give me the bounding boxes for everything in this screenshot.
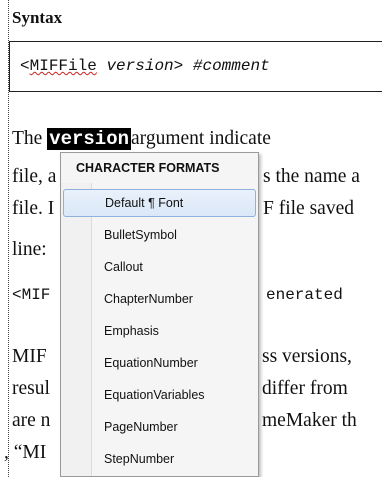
menu-item-bulletsymbol[interactable]: BulletSymbol (63, 222, 256, 250)
syntax-code: <MIFFile version> #comment (20, 57, 270, 75)
menu-item-pagenumber[interactable]: PageNumber (63, 414, 256, 442)
paragraph2-line-1-left: MIF (12, 346, 47, 367)
syntax-box: <MIFFile version> #comment (9, 41, 382, 92)
paragraph2-line-2-left: resul (12, 378, 50, 399)
menu-item-label: PageNumber (104, 420, 178, 434)
syntax-open: < (20, 57, 30, 75)
menu-item-emphasis[interactable]: Emphasis (63, 318, 256, 346)
menu-item-label: Default ¶ Font (105, 196, 184, 210)
syntax-comment: #comment (192, 57, 270, 75)
paragraph-line-3-left: file. I (12, 198, 55, 219)
menu-item-label: Emphasis (104, 324, 159, 338)
menu-item-chapternumber[interactable]: ChapterNumber (63, 286, 256, 314)
menu-item-default-font[interactable]: Default ¶ Font (63, 189, 256, 217)
paragraph2-line-3-right: meMaker th (262, 410, 357, 431)
menu-item-callout[interactable]: Callout (63, 254, 256, 282)
paragraph2-line-1-right: ss versions, (262, 346, 352, 367)
paragraph-line-1: The version argument indicate (12, 128, 271, 150)
para-text-prefix: The (12, 128, 48, 149)
section-heading: Syntax (12, 8, 63, 27)
syntax-argument: version> (106, 57, 184, 75)
menu-item-label: EquationNumber (104, 356, 198, 370)
paragraph-line-3-right: F file saved (263, 198, 354, 219)
paragraph2-line-2-right: differ from (262, 378, 348, 399)
menu-item-label: EquationVariables (104, 388, 205, 402)
menu-item-label: BulletSymbol (104, 228, 177, 242)
paragraph2-line-4-left: , “MI (4, 442, 47, 463)
paragraph-line-2-left: file, a (12, 166, 57, 187)
menu-item-label: Callout (104, 260, 143, 274)
menu-item-stepnumber[interactable]: StepNumber (63, 446, 256, 474)
paragraph2-line-3-left: are n (12, 410, 51, 431)
syntax-keyword: MIFFile (29, 57, 97, 75)
selected-word[interactable]: version (47, 128, 132, 150)
code-line-left: <MIF (12, 286, 51, 304)
paragraph-line-2-right: s the name a (263, 166, 360, 187)
para-text-rest: argument indicate (131, 128, 271, 149)
menu-item-label: ChapterNumber (104, 292, 193, 306)
code-line-right: enerated (266, 286, 343, 304)
paragraph-line-4-left: line: (12, 239, 47, 260)
character-formats-menu: CHARACTER FORMATS Default ¶ Font BulletS… (60, 152, 259, 477)
menu-item-equationnumber[interactable]: EquationNumber (63, 350, 256, 378)
menu-item-equationvariables[interactable]: EquationVariables (63, 382, 256, 410)
menu-title: CHARACTER FORMATS (76, 161, 220, 175)
menu-item-label: StepNumber (104, 452, 175, 466)
